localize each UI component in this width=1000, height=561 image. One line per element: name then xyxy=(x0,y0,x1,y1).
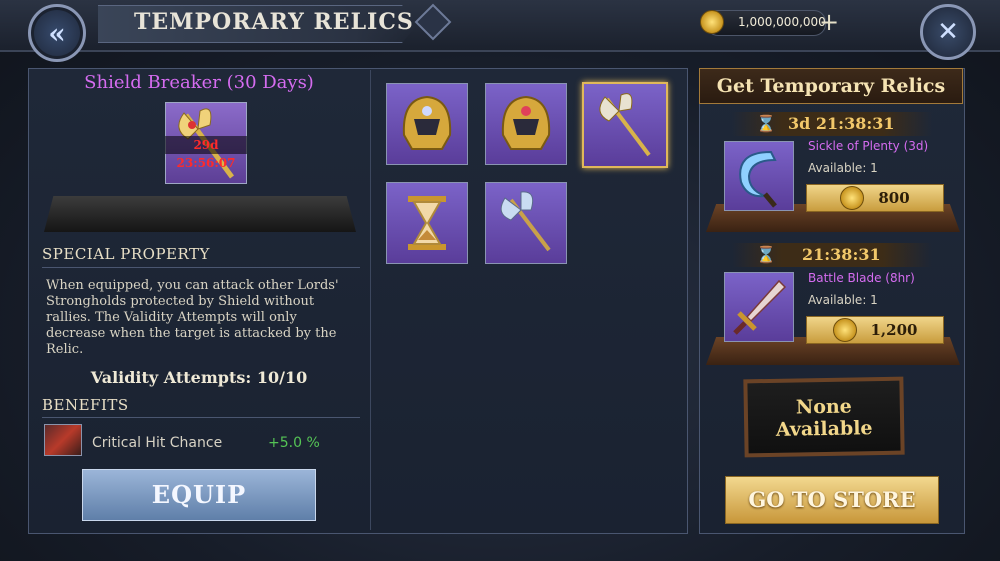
offer-timer: 3d 21:38:31 xyxy=(788,114,895,133)
shop-heading: Get Temporary Relics xyxy=(699,68,963,104)
crossed-swords-close-icon: ✕ xyxy=(937,17,959,47)
gold-coin-icon xyxy=(832,318,857,342)
gold-coin-icon xyxy=(700,10,724,34)
section-divider xyxy=(42,417,360,418)
hourglass-icon: ⌛ xyxy=(756,245,776,264)
page-title: TEMPORARY RELICS xyxy=(134,9,414,35)
relic-description: When equipped, you can attack other Lord… xyxy=(46,278,339,357)
none-available-line1: None xyxy=(795,395,852,419)
inventory-slot[interactable] xyxy=(485,83,567,165)
hourglass-icon xyxy=(408,196,446,250)
relic-name: Shield Breaker (30 Days) xyxy=(84,72,314,93)
offer-available: Available: 1 xyxy=(808,293,878,307)
offer-price: 800 xyxy=(878,189,910,207)
offer-timer: 21:38:31 xyxy=(802,245,881,264)
offer-price: 1,200 xyxy=(870,321,918,339)
special-property-heading: SPECIAL PROPERTY xyxy=(42,245,210,263)
offer-item-slot[interactable] xyxy=(724,272,794,342)
golden-axe-icon xyxy=(599,93,651,157)
benefit-value: +5.0 % xyxy=(268,435,320,451)
inventory-slot[interactable] xyxy=(386,182,468,264)
relic-stand xyxy=(44,196,356,232)
golden-helmet-icon xyxy=(501,95,551,150)
offer-item-slot[interactable] xyxy=(724,141,794,211)
battle-axe-icon xyxy=(500,191,551,252)
offer-available: Available: 1 xyxy=(808,161,878,175)
offer-name: Battle Blade (8hr) xyxy=(808,271,915,285)
benefits-heading: BENEFITS xyxy=(42,396,129,414)
hourglass-icon: ⌛ xyxy=(756,114,776,133)
sword-icon xyxy=(733,279,787,335)
none-available-sign: None Available xyxy=(743,376,905,458)
go-to-store-button[interactable]: GO TO STORE xyxy=(725,476,939,524)
relic-timer: 29d 23:56:07 xyxy=(165,136,247,170)
section-divider xyxy=(42,267,360,268)
double-chevron-left-icon: « xyxy=(48,16,66,50)
buy-button[interactable]: 1,200 xyxy=(806,316,944,344)
close-button[interactable]: ✕ xyxy=(920,4,976,60)
validity-attempts: Validity Attempts: 10/10 xyxy=(90,368,308,387)
panel-divider xyxy=(370,70,371,530)
buy-button[interactable]: 800 xyxy=(806,184,944,212)
inventory-slot[interactable] xyxy=(485,182,567,264)
none-available-line2: Available xyxy=(775,417,873,441)
sickle-icon xyxy=(739,150,777,208)
critical-hit-icon xyxy=(44,424,82,456)
offer-name: Sickle of Plenty (3d) xyxy=(808,139,929,153)
add-gold-button[interactable]: + xyxy=(818,10,840,34)
equip-button[interactable]: EQUIP xyxy=(82,469,316,521)
inventory-slot[interactable] xyxy=(386,83,468,165)
gold-amount: 1,000,000,000 xyxy=(738,15,826,29)
gold-coin-icon xyxy=(840,186,865,210)
golden-helmet-icon xyxy=(402,95,452,150)
inventory-slot-selected[interactable] xyxy=(582,82,668,168)
back-button[interactable]: « xyxy=(28,4,86,62)
benefit-label: Critical Hit Chance xyxy=(92,435,223,451)
plus-icon: + xyxy=(818,8,840,36)
